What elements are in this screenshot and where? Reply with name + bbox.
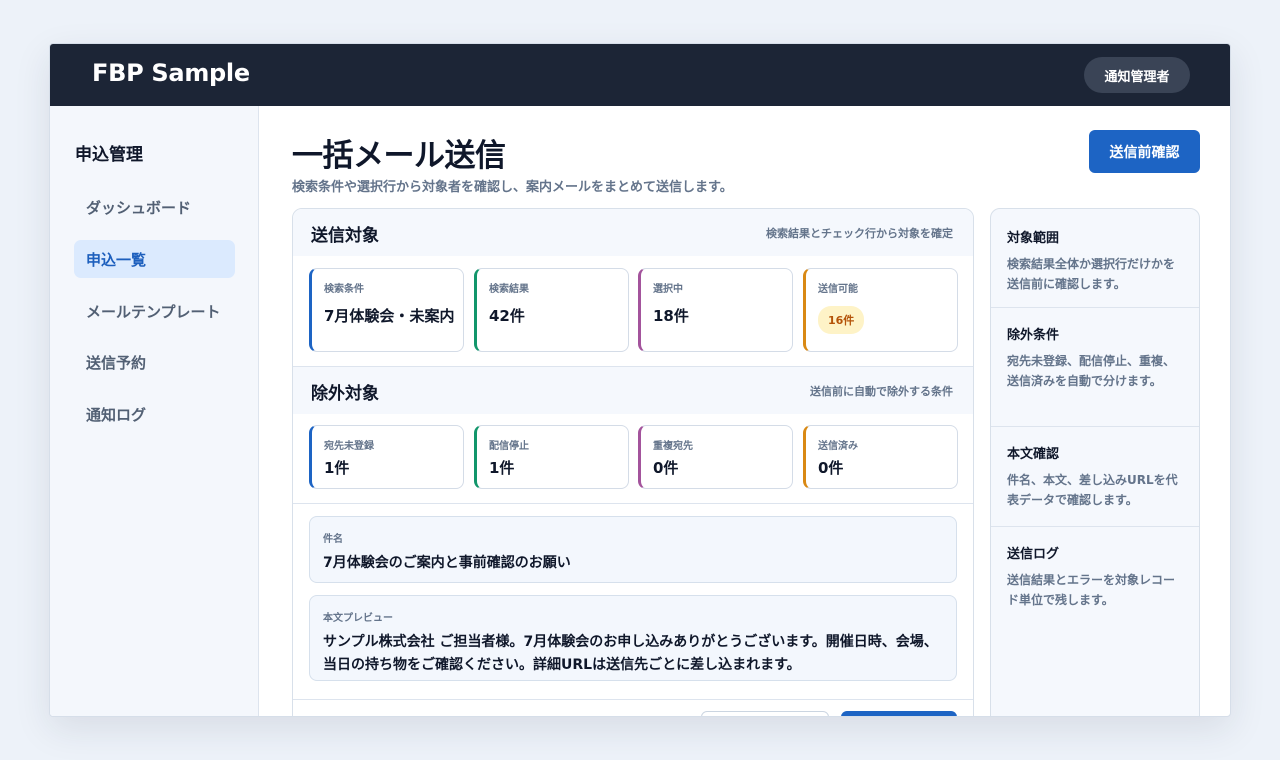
stat-label: 検索条件 bbox=[324, 284, 364, 295]
stat-duplicate: 重複宛先 0件 bbox=[638, 425, 793, 489]
page-subtitle: 検索条件や選択行から対象者を確認し、案内メールをまとめて送信します。 bbox=[292, 180, 733, 195]
section-divider bbox=[293, 503, 973, 504]
info-title: 本文確認 bbox=[1007, 447, 1060, 462]
bulk-send-panel: 送信対象 検索結果とチェック行から対象を確定 検索条件 7月体験会・未案内 検索… bbox=[292, 208, 974, 716]
stat-search-results: 検索結果 42件 bbox=[474, 268, 629, 352]
stat-label: 選択中 bbox=[653, 284, 683, 295]
stat-value: 0件 bbox=[818, 459, 844, 477]
exclusions-header: 除外対象 送信前に自動で除外する条件 bbox=[293, 367, 973, 414]
sidebar-item-mail-templates[interactable]: メールテンプレート bbox=[74, 292, 235, 330]
stat-value: 1件 bbox=[324, 459, 350, 477]
stat-label: 宛先未登録 bbox=[324, 441, 374, 452]
stat-label: 検索結果 bbox=[489, 284, 529, 295]
stat-value: 7月体験会・未案内 bbox=[324, 307, 455, 325]
app-window: FBP Sample 通知管理者 申込管理 ダッシュボード 申込一覧 メールテン… bbox=[49, 43, 1231, 717]
app-title: FBP Sample bbox=[92, 59, 250, 87]
stat-unsubscribed: 配信停止 1件 bbox=[474, 425, 629, 489]
info-title: 送信ログ bbox=[1007, 547, 1060, 562]
info-title: 対象範囲 bbox=[1007, 231, 1060, 246]
body-value: サンプル株式会社 ご担当者様。7月体験会のお申し込みありがとうございます。開催日… bbox=[323, 634, 938, 673]
exclusions-note: 送信前に自動で除外する条件 bbox=[810, 385, 953, 398]
stat-no-address: 宛先未登録 1件 bbox=[309, 425, 464, 489]
sidebar-item-applications[interactable]: 申込一覧 bbox=[74, 240, 235, 278]
stat-search-condition: 検索条件 7月体験会・未案内 bbox=[309, 268, 464, 352]
stat-sendable: 送信可能 16件 bbox=[803, 268, 958, 352]
info-item-send-log: 送信ログ 送信結果とエラーを対象レコード単位で残します。 bbox=[991, 527, 1199, 627]
info-text: 検索結果全体か選択行だけかを送信前に確認します。 bbox=[1007, 257, 1176, 291]
body-label: 本文プレビュー bbox=[323, 613, 393, 624]
stat-value: 18件 bbox=[653, 307, 689, 325]
info-title: 除外条件 bbox=[1007, 328, 1060, 343]
exclusions-title: 除外対象 bbox=[311, 384, 379, 404]
targets-title: 送信対象 bbox=[311, 226, 379, 246]
subject-value: 7月体験会のご案内と事前確認のお願い bbox=[323, 555, 571, 571]
pre-send-confirm-button[interactable]: 送信前確認 bbox=[1089, 130, 1200, 173]
info-item-body-check: 本文確認 件名、本文、差し込みURLを代表データで確認します。 bbox=[991, 427, 1199, 527]
sidebar-heading: 申込管理 bbox=[75, 145, 143, 165]
stat-label: 送信済み bbox=[818, 441, 858, 452]
primary-action-button[interactable] bbox=[841, 711, 957, 716]
targets-note: 検索結果とチェック行から対象を確定 bbox=[766, 227, 953, 240]
subject-label: 件名 bbox=[323, 534, 343, 545]
info-item-scope: 対象範囲 検索結果全体か選択行だけかを送信前に確認します。 bbox=[991, 209, 1199, 308]
sendable-count-badge: 16件 bbox=[818, 306, 865, 334]
info-text: 送信結果とエラーを対象レコード単位で残します。 bbox=[1007, 573, 1176, 607]
section-divider bbox=[293, 699, 973, 700]
stat-label: 重複宛先 bbox=[653, 441, 693, 452]
main-content: 一括メール送信 検索条件や選択行から対象者を確認し、案内メールをまとめて送信しま… bbox=[259, 106, 1230, 716]
user-role-badge[interactable]: 通知管理者 bbox=[1084, 57, 1190, 93]
stat-value: 1件 bbox=[489, 459, 515, 477]
stat-selected: 選択中 18件 bbox=[638, 268, 793, 352]
sidebar-item-notification-log[interactable]: 通知ログ bbox=[74, 395, 235, 433]
stat-label: 配信停止 bbox=[489, 441, 529, 452]
targets-header: 送信対象 検索結果とチェック行から対象を確定 bbox=[293, 209, 973, 256]
secondary-action-button[interactable] bbox=[701, 711, 829, 716]
page-title: 一括メール送信 bbox=[292, 138, 506, 174]
subject-preview: 件名 7月体験会のご案内と事前確認のお願い bbox=[309, 516, 957, 583]
stat-value: 0件 bbox=[653, 459, 679, 477]
sidebar-item-dashboard[interactable]: ダッシュボード bbox=[74, 188, 235, 226]
sidebar: 申込管理 ダッシュボード 申込一覧 メールテンプレート 送信予約 通知ログ bbox=[50, 106, 259, 716]
top-bar: FBP Sample 通知管理者 bbox=[50, 44, 1230, 106]
info-item-exclusion: 除外条件 宛先未登録、配信停止、重複、送信済みを自動で分けます。 bbox=[991, 308, 1199, 427]
info-text: 件名、本文、差し込みURLを代表データで確認します。 bbox=[1007, 473, 1178, 507]
info-text: 宛先未登録、配信停止、重複、送信済みを自動で分けます。 bbox=[1007, 354, 1176, 388]
stat-value: 42件 bbox=[489, 307, 525, 325]
stat-label: 送信可能 bbox=[818, 284, 858, 295]
help-panel: 対象範囲 検索結果全体か選択行だけかを送信前に確認します。 除外条件 宛先未登録… bbox=[990, 208, 1200, 716]
stat-already-sent: 送信済み 0件 bbox=[803, 425, 958, 489]
body-preview: 本文プレビュー サンプル株式会社 ご担当者様。7月体験会のお申し込みありがとうご… bbox=[309, 595, 957, 681]
sidebar-item-scheduled-sends[interactable]: 送信予約 bbox=[74, 343, 235, 381]
